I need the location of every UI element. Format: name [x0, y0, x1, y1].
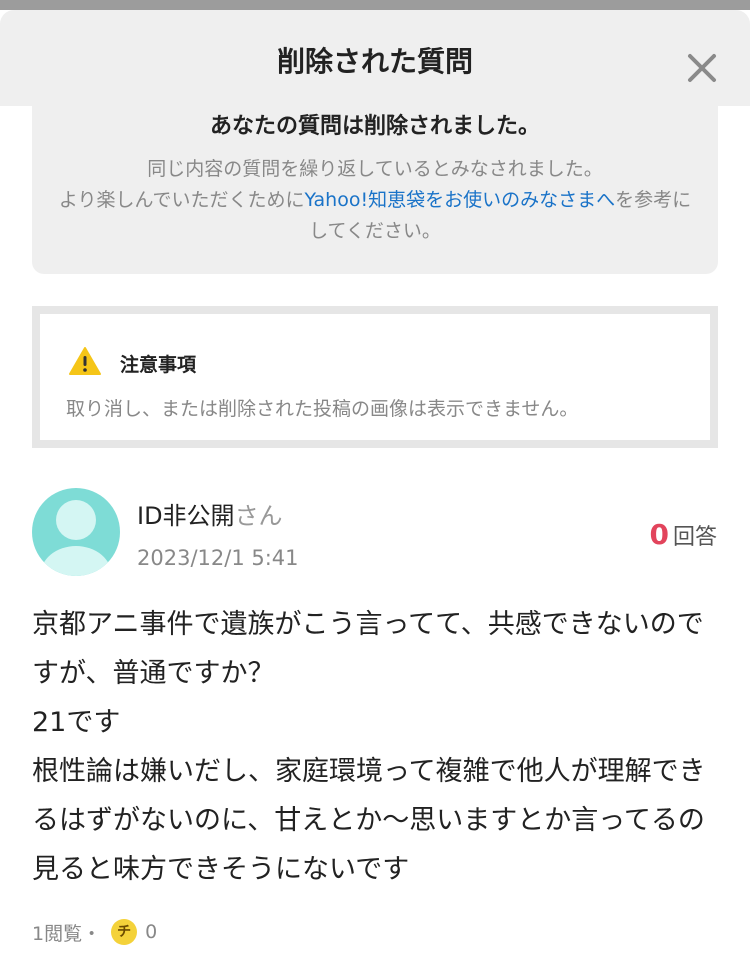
view-count: 1閲覧	[32, 922, 83, 945]
page-title: 削除された質問	[276, 45, 473, 78]
post-date: 2023/12/1 5:41	[137, 546, 299, 570]
notice-body: 同じ内容の質問を繰り返しているとみなされました。より楽しんでいただくためにYah…	[52, 154, 698, 247]
notice-line1: 同じ内容の質問を繰り返しているとみなされました。	[147, 158, 603, 180]
user-suffix: さん	[234, 502, 283, 530]
caution-text: 取り消し、または削除された投稿の画像は表示できません。	[66, 398, 579, 420]
modal-header: 削除された質問	[0, 10, 750, 106]
answer-count-number: 0	[649, 518, 669, 551]
top-band	[0, 0, 750, 10]
close-icon	[688, 54, 716, 82]
notice-heading: あなたの質問は削除されました。	[209, 114, 540, 139]
notice-line2-prefix: より楽しんでいただくために	[58, 189, 305, 211]
avatar-head	[56, 500, 96, 540]
answer-label: 回答	[672, 525, 717, 550]
user-name-line: ID非公開さん	[137, 496, 283, 531]
chie-coin-icon: チ	[111, 919, 138, 945]
question-body: 京都アニ事件で遺族がこう言ってて、共感できないのですが、普通ですか？ 21です …	[32, 609, 706, 885]
warning-icon	[69, 347, 101, 375]
separator: ・	[82, 922, 102, 945]
coin-count: 0	[145, 921, 158, 943]
caution-inner: 注意事項 取り消し、または削除された投稿の画像は表示できません。	[40, 314, 710, 440]
user-name: ID非公開	[137, 502, 235, 530]
guide-link[interactable]: Yahoo!知恵袋をお使いのみなさまへ	[305, 189, 616, 211]
caution-title: 注意事項	[120, 354, 197, 376]
deleted-notice: あなたの質問は削除されました。 同じ内容の質問を繰り返しているとみなされました。…	[32, 94, 718, 274]
caution-box: 注意事項 取り消し、または削除された投稿の画像は表示できません。	[32, 306, 718, 448]
question-footer: 1閲覧 ・ チ 0	[32, 916, 157, 948]
user-avatar-icon[interactable]	[32, 488, 120, 576]
answer-count: 0 回答	[650, 518, 718, 551]
avatar-body	[40, 546, 112, 576]
close-button[interactable]	[682, 48, 722, 88]
